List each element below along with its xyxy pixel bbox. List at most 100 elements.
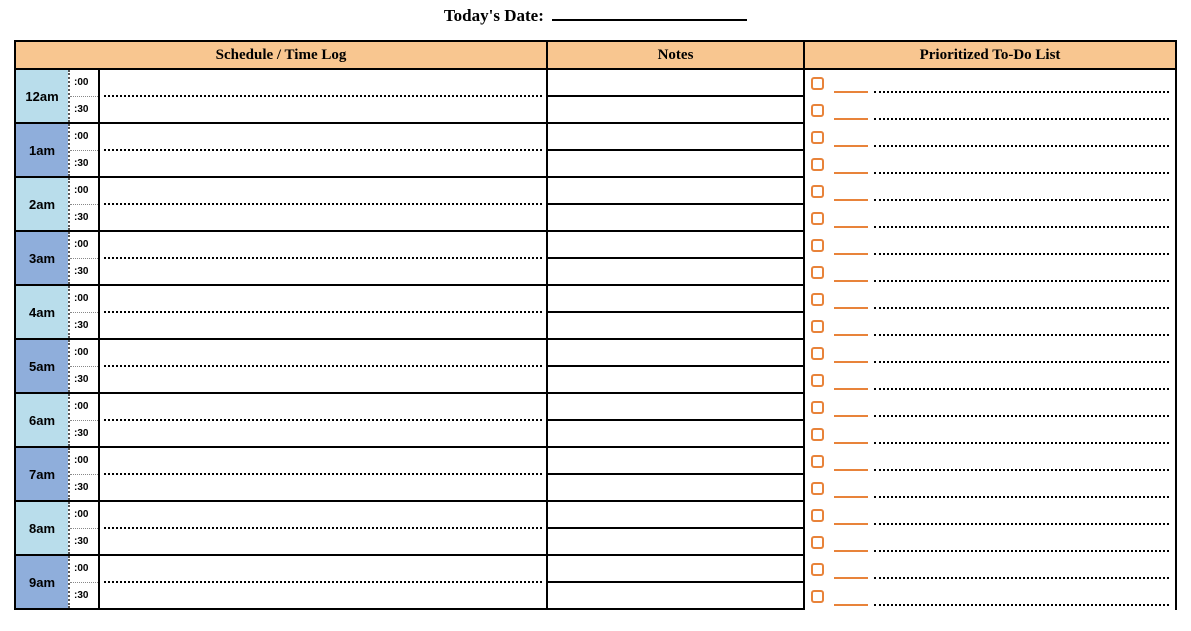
todo-checkbox[interactable] <box>811 347 824 360</box>
note-row[interactable] <box>548 178 803 205</box>
todo-checkbox[interactable] <box>811 401 824 414</box>
todo-checkbox[interactable] <box>811 77 824 90</box>
todo-text-line[interactable] <box>874 334 1169 336</box>
note-row[interactable] <box>548 502 803 529</box>
todo-checkbox[interactable] <box>811 536 824 549</box>
todo-text-line[interactable] <box>874 172 1169 174</box>
note-row[interactable] <box>548 475 803 502</box>
priority-line[interactable] <box>834 604 868 606</box>
note-row[interactable] <box>548 151 803 178</box>
priority-line[interactable] <box>834 280 868 282</box>
todo-row <box>805 448 1175 475</box>
priority-line[interactable] <box>834 253 868 255</box>
priority-line[interactable] <box>834 496 868 498</box>
todo-checkbox[interactable] <box>811 374 824 387</box>
priority-line[interactable] <box>834 415 868 417</box>
priority-line[interactable] <box>834 577 868 579</box>
todo-text-line[interactable] <box>874 523 1169 525</box>
todo-text-line[interactable] <box>874 415 1169 417</box>
todo-checkbox[interactable] <box>811 509 824 522</box>
priority-line[interactable] <box>834 442 868 444</box>
todo-checkbox[interactable] <box>811 239 824 252</box>
minute-00: :00 <box>70 502 98 529</box>
note-row[interactable] <box>548 556 803 583</box>
priority-line[interactable] <box>834 118 868 120</box>
priority-line[interactable] <box>834 334 868 336</box>
todo-text-line[interactable] <box>874 118 1169 120</box>
priority-line[interactable] <box>834 361 868 363</box>
todo-text-line[interactable] <box>874 442 1169 444</box>
minute-30: :30 <box>70 421 98 447</box>
priority-line[interactable] <box>834 226 868 228</box>
priority-line[interactable] <box>834 523 868 525</box>
schedule-write-area[interactable] <box>104 70 546 122</box>
todo-checkbox[interactable] <box>811 320 824 333</box>
schedule-write-area[interactable] <box>104 178 546 230</box>
todo-text-line[interactable] <box>874 280 1169 282</box>
priority-line[interactable] <box>834 145 868 147</box>
priority-line[interactable] <box>834 172 868 174</box>
todo-checkbox[interactable] <box>811 455 824 468</box>
todo-text-line[interactable] <box>874 307 1169 309</box>
todo-checkbox[interactable] <box>811 158 824 171</box>
note-row[interactable] <box>548 583 803 610</box>
date-label: Today's Date: <box>444 6 544 25</box>
schedule-write-area[interactable] <box>104 286 546 338</box>
todo-text-line[interactable] <box>874 226 1169 228</box>
todo-text-line[interactable] <box>874 469 1169 471</box>
note-row[interactable] <box>548 259 803 286</box>
schedule-write-area[interactable] <box>104 340 546 392</box>
note-row[interactable] <box>548 70 803 97</box>
todo-checkbox[interactable] <box>811 293 824 306</box>
todo-checkbox[interactable] <box>811 482 824 495</box>
note-row[interactable] <box>548 421 803 448</box>
todo-text-line[interactable] <box>874 199 1169 201</box>
schedule-write-area[interactable] <box>104 232 546 284</box>
note-row[interactable] <box>548 529 803 556</box>
schedule-write-area[interactable] <box>104 556 546 608</box>
todo-text-line[interactable] <box>874 577 1169 579</box>
priority-line[interactable] <box>834 199 868 201</box>
todo-text-line[interactable] <box>874 550 1169 552</box>
todo-text-line[interactable] <box>874 604 1169 606</box>
todo-checkbox[interactable] <box>811 590 824 603</box>
note-row[interactable] <box>548 313 803 340</box>
note-row[interactable] <box>548 448 803 475</box>
note-row[interactable] <box>548 394 803 421</box>
schedule-write-area[interactable] <box>104 124 546 176</box>
todo-row <box>805 475 1175 502</box>
todo-text-line[interactable] <box>874 361 1169 363</box>
hour-label: 5am <box>16 340 68 392</box>
priority-line[interactable] <box>834 388 868 390</box>
todo-checkbox[interactable] <box>811 104 824 117</box>
priority-line[interactable] <box>834 550 868 552</box>
hour-row: 7am:00:30 <box>16 448 546 502</box>
note-row[interactable] <box>548 286 803 313</box>
todo-checkbox[interactable] <box>811 266 824 279</box>
priority-line[interactable] <box>834 91 868 93</box>
todo-checkbox[interactable] <box>811 212 824 225</box>
note-row[interactable] <box>548 97 803 124</box>
todo-text-line[interactable] <box>874 253 1169 255</box>
todo-checkbox[interactable] <box>811 185 824 198</box>
todo-checkbox[interactable] <box>811 563 824 576</box>
todo-text-line[interactable] <box>874 388 1169 390</box>
date-input-line[interactable] <box>552 19 747 21</box>
note-row[interactable] <box>548 205 803 232</box>
todo-checkbox[interactable] <box>811 131 824 144</box>
schedule-write-area[interactable] <box>104 502 546 554</box>
schedule-write-area[interactable] <box>104 394 546 446</box>
todo-text-line[interactable] <box>874 496 1169 498</box>
note-row[interactable] <box>548 367 803 394</box>
todo-text-line[interactable] <box>874 145 1169 147</box>
schedule-write-area[interactable] <box>104 448 546 500</box>
todo-text-line[interactable] <box>874 91 1169 93</box>
note-row[interactable] <box>548 232 803 259</box>
todo-checkbox[interactable] <box>811 428 824 441</box>
schedule-header: Schedule / Time Log <box>16 42 546 70</box>
note-row[interactable] <box>548 340 803 367</box>
priority-line[interactable] <box>834 469 868 471</box>
todo-row <box>805 97 1175 124</box>
priority-line[interactable] <box>834 307 868 309</box>
note-row[interactable] <box>548 124 803 151</box>
